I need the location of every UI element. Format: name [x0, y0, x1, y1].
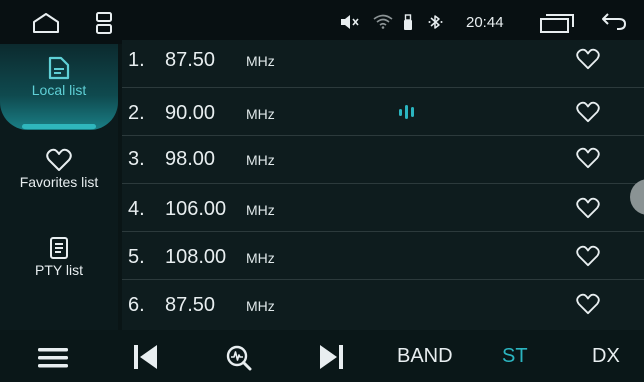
- recent-apps-icon[interactable]: [96, 12, 112, 39]
- volume-mute-icon: [340, 15, 360, 34]
- bottom-toolbar: BAND ST DX: [0, 330, 644, 382]
- station-unit: MHz: [246, 202, 275, 218]
- station-index: 5.: [128, 246, 145, 268]
- list-icon: [50, 237, 68, 259]
- band-button[interactable]: BAND: [397, 345, 453, 368]
- menu-icon[interactable]: [38, 348, 68, 373]
- next-icon[interactable]: [319, 345, 343, 374]
- sidebar-item-favorites-list[interactable]: Favorites list: [0, 148, 118, 208]
- now-playing-icon: [399, 104, 419, 125]
- station-unit: MHz: [246, 250, 275, 266]
- usb-icon: [402, 14, 414, 35]
- station-frequency: 98.00: [165, 148, 216, 170]
- station-list: 1. 87.50 MHz 2. 90.00 MHz 3. 98.00 MHz 4…: [122, 40, 644, 330]
- favorite-heart-icon[interactable]: [576, 147, 600, 174]
- station-row[interactable]: 4. 106.00 MHz: [122, 184, 644, 232]
- sidebar-item-pty-list[interactable]: PTY list: [0, 236, 118, 296]
- station-frequency: 87.50: [165, 294, 216, 316]
- favorite-heart-icon[interactable]: [576, 197, 600, 224]
- station-index: 4.: [128, 198, 145, 220]
- station-row[interactable]: 3. 98.00 MHz: [122, 136, 644, 184]
- station-row[interactable]: 6. 87.50 MHz: [122, 280, 644, 330]
- favorite-heart-icon[interactable]: [576, 245, 600, 272]
- station-index: 2.: [128, 102, 145, 124]
- station-row[interactable]: 1. 87.50 MHz: [122, 40, 644, 88]
- sidebar: Local list Favorites list PTY list: [0, 44, 118, 330]
- wifi-icon: [373, 14, 393, 34]
- sidebar-item-label: Favorites list: [19, 174, 99, 190]
- station-unit: MHz: [246, 152, 275, 168]
- dx-button[interactable]: DX: [592, 345, 620, 368]
- station-row[interactable]: 2. 90.00 MHz: [122, 88, 644, 136]
- station-index: 1.: [128, 49, 145, 71]
- scan-icon[interactable]: [226, 345, 252, 376]
- station-frequency: 90.00: [165, 102, 216, 124]
- back-icon[interactable]: [601, 12, 627, 37]
- favorite-heart-icon[interactable]: [576, 101, 600, 128]
- favorite-heart-icon[interactable]: [576, 293, 600, 320]
- status-bar: 20:44: [0, 0, 644, 44]
- heart-icon: [46, 148, 72, 171]
- favorite-heart-icon[interactable]: [576, 48, 600, 75]
- stereo-button[interactable]: ST: [502, 345, 528, 368]
- station-unit: MHz: [246, 298, 275, 314]
- bluetooth-icon: [428, 14, 444, 35]
- sidebar-item-label: PTY list: [35, 262, 83, 278]
- station-index: 3.: [128, 148, 145, 170]
- home-icon[interactable]: [32, 13, 60, 38]
- document-icon: [48, 56, 70, 80]
- station-row[interactable]: 5. 108.00 MHz: [122, 232, 644, 280]
- window-icon[interactable]: [540, 13, 574, 38]
- clock: 20:44: [466, 14, 504, 31]
- station-unit: MHz: [246, 106, 275, 122]
- station-unit: MHz: [246, 53, 275, 69]
- station-frequency: 106.00: [165, 198, 227, 220]
- station-frequency: 108.00: [165, 246, 227, 268]
- active-indicator: [22, 124, 96, 129]
- station-frequency: 87.50: [165, 49, 216, 71]
- station-index: 6.: [128, 294, 145, 316]
- previous-icon[interactable]: [134, 345, 158, 374]
- sidebar-item-local-list[interactable]: Local list: [0, 44, 118, 130]
- sidebar-item-label: Local list: [31, 82, 87, 98]
